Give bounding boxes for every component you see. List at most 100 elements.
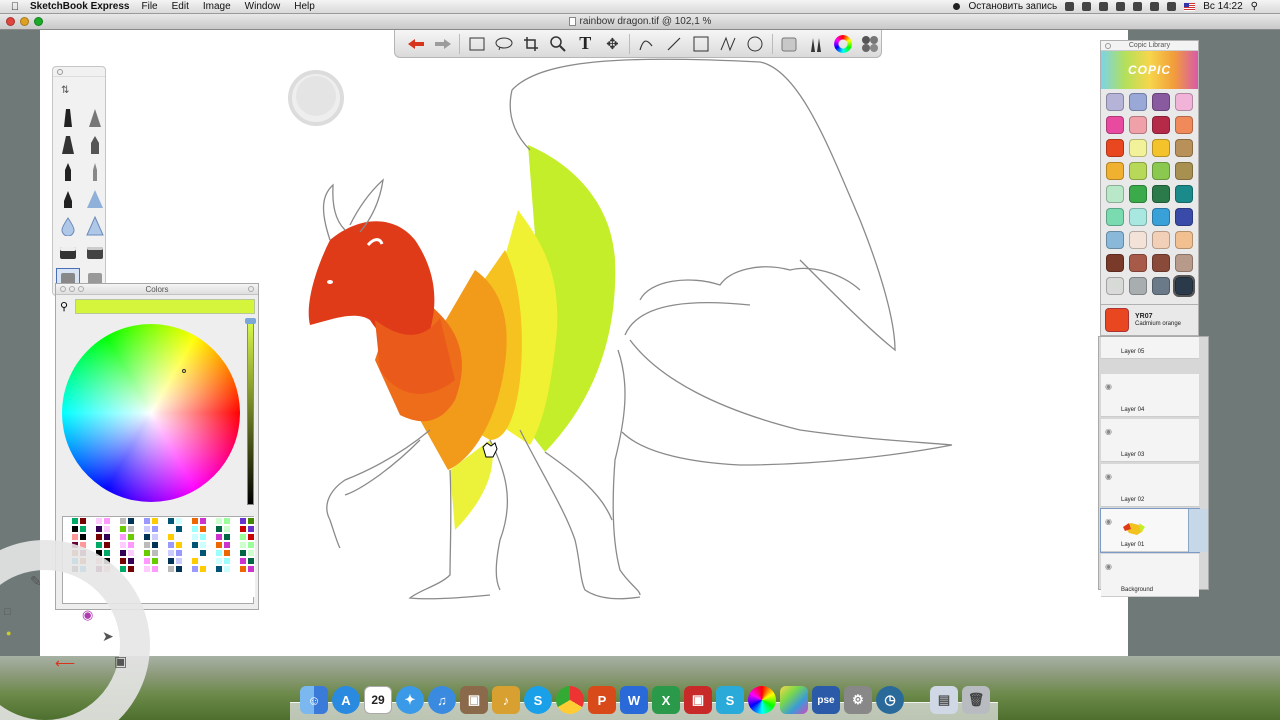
time-machine-icon[interactable]: ◷: [876, 686, 904, 714]
menu-window[interactable]: Window: [245, 1, 281, 12]
palette-swatch[interactable]: [223, 525, 231, 533]
copic-swatch[interactable]: [1152, 116, 1170, 134]
palette-swatch[interactable]: [231, 581, 239, 589]
palette-swatch[interactable]: [183, 589, 191, 597]
palette-swatch[interactable]: [167, 517, 175, 525]
palette-swatch[interactable]: [207, 573, 215, 581]
copic-swatch[interactable]: [1152, 277, 1170, 295]
dropbox-tray-icon[interactable]: [1082, 2, 1092, 11]
palette-swatch[interactable]: [159, 557, 167, 565]
palette-swatch[interactable]: [127, 533, 135, 541]
palette-swatch[interactable]: [159, 589, 167, 597]
line-icon[interactable]: [663, 33, 684, 55]
palette-swatch[interactable]: [151, 573, 159, 581]
palette-swatch[interactable]: [231, 533, 239, 541]
palette-swatch[interactable]: [183, 549, 191, 557]
undo-lagoon-icon[interactable]: ⟵: [55, 655, 75, 672]
palette-swatch[interactable]: [95, 517, 103, 525]
palette-swatch[interactable]: [239, 541, 247, 549]
copic-swatch[interactable]: [1175, 231, 1193, 249]
copic-swatch[interactable]: [1106, 231, 1124, 249]
copic-swatch[interactable]: [1152, 139, 1170, 157]
copic-swatch[interactable]: [1152, 208, 1170, 226]
copic-swatch[interactable]: [1129, 116, 1147, 134]
palette-swatch[interactable]: [199, 581, 207, 589]
palette-swatch[interactable]: [103, 517, 111, 525]
palette-swatch[interactable]: [239, 517, 247, 525]
calendar-icon[interactable]: 29: [364, 686, 392, 714]
layer-row[interactable]: ◉ Background: [1101, 554, 1199, 597]
palette-swatch[interactable]: [231, 517, 239, 525]
layers-lagoon-icon[interactable]: ▣: [114, 653, 127, 670]
smudge-brush-icon[interactable]: [84, 215, 106, 237]
copic-swatch[interactable]: [1129, 139, 1147, 157]
palette-swatch[interactable]: [103, 525, 111, 533]
copic-swatch[interactable]: [1106, 139, 1124, 157]
palette-swatch[interactable]: [135, 565, 143, 573]
copic-icon[interactable]: [860, 33, 881, 55]
zoom-lagoon-icon[interactable]: ●: [6, 628, 11, 638]
marker-brush-icon[interactable]: [57, 134, 79, 156]
palette-swatch[interactable]: [175, 573, 183, 581]
palette-swatch[interactable]: [151, 549, 159, 557]
menu-file[interactable]: File: [142, 1, 158, 12]
spotlight-icon[interactable]: ⚲: [1251, 1, 1258, 12]
palette-swatch[interactable]: [63, 525, 71, 533]
palette-swatch[interactable]: [247, 573, 255, 581]
ink-brush-icon[interactable]: [57, 161, 79, 183]
palette-swatch[interactable]: [63, 517, 71, 525]
copic-swatch[interactable]: [1152, 93, 1170, 111]
palette-swatch[interactable]: [223, 533, 231, 541]
app-menu[interactable]: SketchBook Express: [30, 1, 130, 12]
close-icon[interactable]: [57, 69, 63, 75]
menu-image[interactable]: Image: [203, 1, 231, 12]
copic-swatch[interactable]: [1152, 185, 1170, 203]
zoom-button[interactable]: [34, 17, 43, 26]
palette-swatch[interactable]: [119, 541, 127, 549]
brush-tool-icon[interactable]: ✎: [30, 573, 42, 590]
palette-swatch[interactable]: [103, 533, 111, 541]
skype-tray-icon[interactable]: [1065, 2, 1075, 11]
palette-swatch[interactable]: [215, 517, 223, 525]
palette-swatch[interactable]: [183, 565, 191, 573]
text-icon[interactable]: T: [575, 33, 596, 55]
palette-swatch[interactable]: [215, 533, 223, 541]
palette-swatch[interactable]: [143, 533, 151, 541]
palette-swatch[interactable]: [175, 525, 183, 533]
palette-swatch[interactable]: [95, 533, 103, 541]
palette-swatch[interactable]: [143, 549, 151, 557]
palette-swatch[interactable]: [143, 565, 151, 573]
palette-swatch[interactable]: [127, 525, 135, 533]
palette-swatch[interactable]: [71, 525, 79, 533]
palette-swatch[interactable]: [247, 533, 255, 541]
palette-swatch[interactable]: [199, 533, 207, 541]
brush-settings-icon[interactable]: ⇅: [61, 85, 69, 96]
skype-icon[interactable]: S: [524, 686, 552, 714]
copic-swatch[interactable]: [1129, 277, 1147, 295]
close-button[interactable]: [6, 17, 15, 26]
palette-swatch[interactable]: [191, 533, 199, 541]
palette-swatch[interactable]: [215, 573, 223, 581]
pencil-brush-icon[interactable]: [84, 134, 106, 156]
color-wheel[interactable]: [62, 324, 240, 502]
palette-swatch[interactable]: [215, 581, 223, 589]
copic-swatch[interactable]: [1106, 254, 1124, 272]
menu-edit[interactable]: Edit: [172, 1, 189, 12]
palette-swatch[interactable]: [175, 581, 183, 589]
palette-swatch[interactable]: [175, 589, 183, 597]
rectangle-select-icon[interactable]: [466, 33, 487, 55]
palette-swatch[interactable]: [207, 589, 215, 597]
palette-swatch[interactable]: [207, 525, 215, 533]
us-flag-icon[interactable]: [1184, 2, 1196, 11]
copic-swatch[interactable]: [1152, 162, 1170, 180]
palette-swatch[interactable]: [247, 581, 255, 589]
palette-swatch[interactable]: [207, 557, 215, 565]
color-tool-icon[interactable]: ◉: [82, 607, 93, 623]
copic-swatch[interactable]: [1152, 254, 1170, 272]
palette-swatch[interactable]: [159, 581, 167, 589]
palette-swatch[interactable]: [159, 565, 167, 573]
palette-swatch[interactable]: [199, 517, 207, 525]
palette-swatch[interactable]: [87, 533, 95, 541]
fine-pencil-brush-icon[interactable]: [84, 161, 106, 183]
palette-swatch[interactable]: [175, 565, 183, 573]
